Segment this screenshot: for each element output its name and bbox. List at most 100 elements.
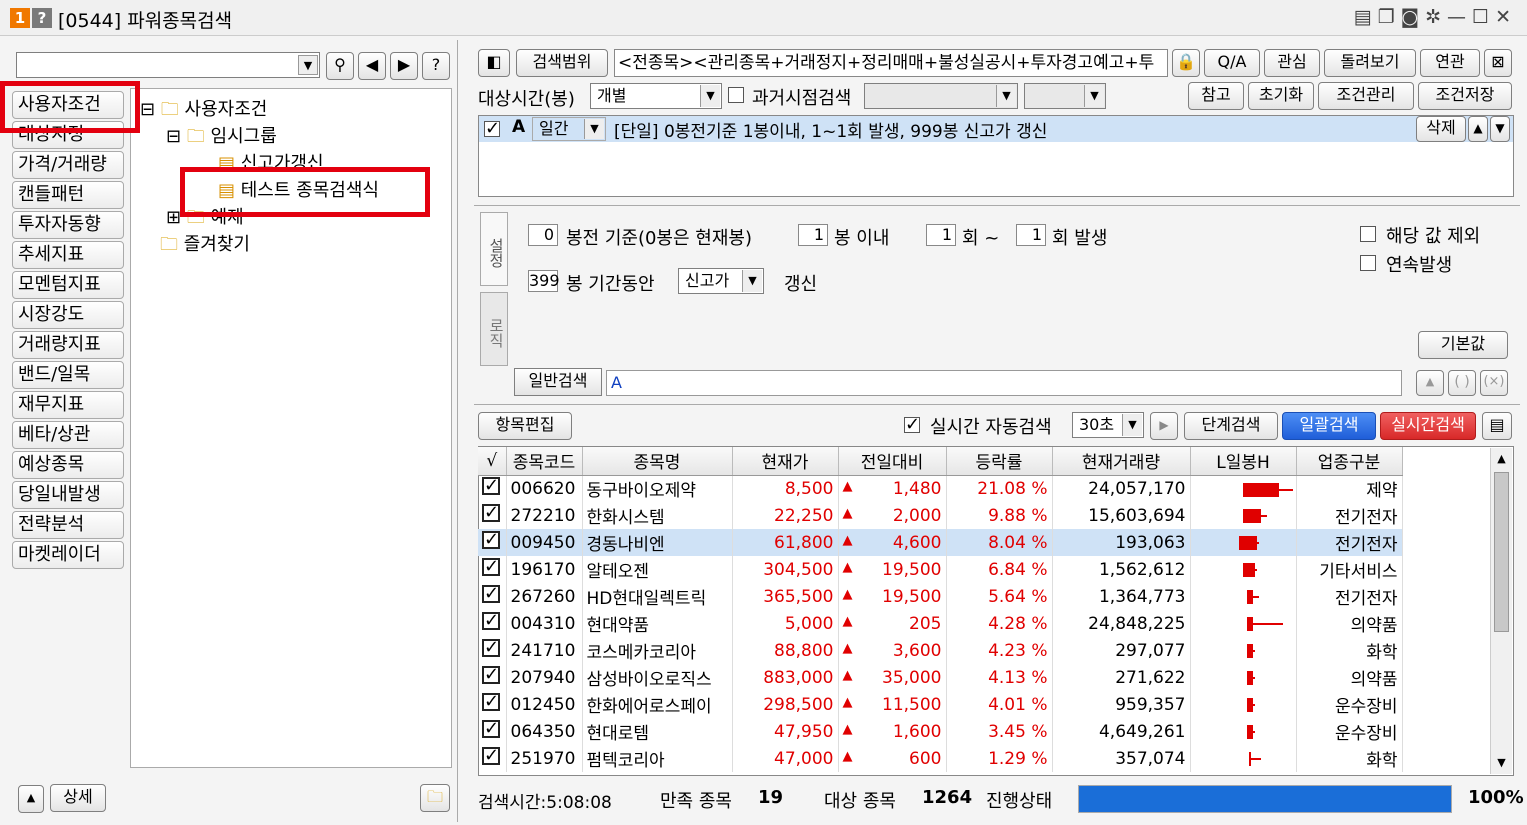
row-checkbox-cell[interactable] [478,502,507,529]
table-row[interactable]: 267260HD현대일렉트릭365,500▲ 19,5005.64 %1,364,… [478,583,1403,610]
realtime-search-button[interactable]: 실시간검색 [1380,412,1476,440]
column-header[interactable]: 전일대비 [838,447,947,476]
reset-button[interactable]: 초기화 [1248,82,1314,110]
condition-manage-button[interactable]: 조건관리 [1318,82,1414,110]
sidebar-category-button[interactable]: 밴드/일목 [12,361,124,389]
sidebar-category-button[interactable]: 모멘텀지표 [12,271,124,299]
within-input[interactable]: 1 [798,224,828,246]
clear-parenthesis-button[interactable]: (×) [1480,370,1508,396]
row-checkbox-cell[interactable] [478,718,507,745]
column-header[interactable]: √ [478,447,507,476]
scroll-up-button[interactable]: ▲ [18,785,44,813]
parenthesis-button[interactable]: ( ) [1448,370,1476,396]
scroll-thumb[interactable] [1494,472,1509,632]
tree-item-new-high[interactable]: ▤ 신고가갱신 [218,149,324,175]
move-up-button[interactable]: ▲ [1468,116,1488,142]
step-search-button[interactable]: 단계검색 [1184,412,1278,440]
sidebar-category-button[interactable]: 시장강도 [12,301,124,329]
help-badge[interactable]: ? [32,8,52,28]
row-checkbox-cell[interactable] [478,475,507,502]
row-checkbox-cell[interactable] [478,664,507,691]
search-dropdown-icon[interactable]: ▼ [298,55,318,75]
memo-icon[interactable]: ▤ [1354,6,1378,28]
sidebar-category-button[interactable]: 거래량지표 [12,331,124,359]
detail-button[interactable]: 상세 [50,784,106,812]
condition-search-input[interactable] [16,52,320,78]
column-header[interactable]: L일봉H [1190,447,1297,476]
sidebar-category-button[interactable]: 마켓레이더 [12,541,124,569]
formula-up-button[interactable]: ▲ [1416,370,1444,396]
open-folder-button[interactable]: 🗀 [420,784,450,812]
close-icon[interactable]: ✕ [1495,6,1517,28]
edit-columns-button[interactable]: 항목편집 [478,412,572,440]
column-header[interactable]: 종목명 [582,447,733,476]
default-value-button[interactable]: 기본값 [1418,331,1508,359]
row-checkbox[interactable] [482,745,500,766]
row-checkbox[interactable] [482,637,500,658]
target-time-select[interactable]: 개별 ▼ [590,83,722,109]
interval-select[interactable]: 30초 ▼ [1072,412,1144,438]
sidebar-category-button[interactable]: 사용자조건 [12,91,124,119]
row-checkbox[interactable] [482,529,500,550]
sidebar-category-button[interactable]: 가격/거래량 [12,151,124,179]
high-low-select[interactable]: 신고가 ▼ [678,268,764,294]
row-checkbox[interactable] [482,475,500,496]
past-search-checkbox[interactable] [728,87,744,103]
period-input[interactable]: 399 [528,270,560,292]
sidebar-category-button[interactable]: 재무지표 [12,391,124,419]
export-icon[interactable]: ▤ [1482,412,1512,440]
row-checkbox-cell[interactable] [478,610,507,637]
row-checkbox-cell[interactable] [478,556,507,583]
column-header[interactable]: 종목코드 [506,447,583,476]
table-row[interactable]: 272210한화시스템22,250▲ 2,0009.88 %15,603,694 전… [478,502,1403,529]
table-row[interactable]: 207940삼성바이오로직스883,000▲ 35,0004.13 %271,62… [478,664,1403,691]
general-search-input[interactable]: A [606,370,1402,396]
bong-before-input[interactable]: 0 [528,224,558,246]
qa-button[interactable]: Q/A [1204,49,1260,77]
sidebar-category-button[interactable]: 추세지표 [12,241,124,269]
row-checkbox[interactable] [482,664,500,685]
table-row[interactable]: 251970펌텍코리아47,000▲ 6001.29 %357,074 화학 [478,745,1403,772]
auto-search-checkbox[interactable] [904,414,920,435]
count-to-input[interactable]: 1 [1016,224,1046,246]
table-row[interactable]: 004310현대약품5,000▲ 2054.28 %24,848,225 의약품 [478,610,1403,637]
general-search-button[interactable]: 일반검색 [514,368,602,396]
minimize-icon[interactable]: — [1447,6,1472,28]
past-time-select[interactable]: ▼ [1024,83,1106,109]
gear-icon[interactable]: ✲ [1425,6,1447,28]
rotate-view-button[interactable]: 돌려보기 [1324,49,1416,77]
logic-tab[interactable]: 로직 [480,292,508,366]
column-header[interactable]: 등락률 [946,447,1053,476]
row-checkbox-cell[interactable] [478,691,507,718]
sidebar-category-button[interactable]: 예상종목 [12,451,124,479]
tree-favorites[interactable]: 🗀 즐겨찾기 [160,230,250,262]
sidebar-category-button[interactable]: 베타/상관 [12,421,124,449]
row-checkbox-cell[interactable] [478,529,507,556]
camera-icon[interactable]: ◙ [1401,6,1425,28]
table-row[interactable]: 241710코스메카코리아88,800▲ 3,6004.23 %297,077 화학 [478,637,1403,664]
table-row[interactable]: 009450경동나비엔61,800▲ 4,6008.04 %193,063 전기전자 [478,529,1403,556]
table-scrollbar[interactable]: ▲ ▼ [1490,448,1512,774]
interest-button[interactable]: 관심 [1264,49,1320,77]
scroll-up-icon[interactable]: ▲ [1491,448,1512,470]
column-header[interactable]: 업종구분 [1296,447,1403,476]
search-icon[interactable]: ⚲ [326,52,354,80]
batch-search-button[interactable]: 일괄검색 [1282,412,1376,440]
condition-checkbox[interactable] [484,118,500,139]
row-checkbox[interactable] [482,610,500,631]
row-checkbox-cell[interactable] [478,583,507,610]
prev-icon[interactable]: ◀ [358,52,386,80]
help-icon[interactable]: ? [422,52,450,80]
table-row[interactable]: 006620동구바이오제약8,500▲ 1,48021.08 %24,057,17… [478,475,1403,502]
row-checkbox-cell[interactable] [478,745,507,772]
setting-tab[interactable]: 설정 [480,212,508,286]
expand-icon[interactable]: ⊠ [1484,49,1512,77]
column-header[interactable]: 현재가 [732,447,839,476]
sidebar-category-button[interactable]: 대상지정 [12,121,124,149]
row-checkbox[interactable] [482,502,500,523]
condition-period-select[interactable]: 일간 ▼ [532,117,606,141]
sidebar-category-button[interactable]: 캔들패턴 [12,181,124,209]
past-date-select[interactable]: ▼ [864,83,1018,109]
row-checkbox[interactable] [482,718,500,739]
lock-icon[interactable]: 🔒 [1172,49,1200,77]
